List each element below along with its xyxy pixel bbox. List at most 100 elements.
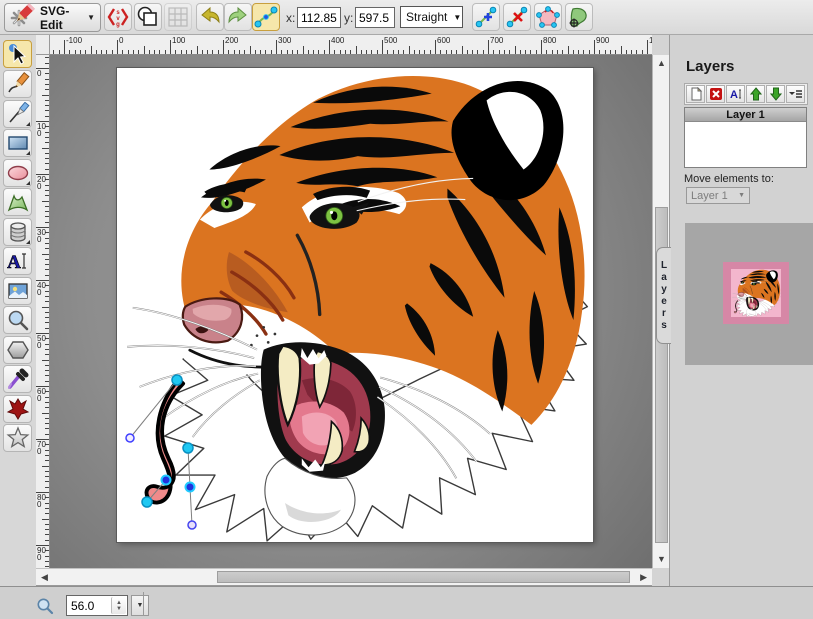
move-layer-up-button[interactable] xyxy=(746,85,765,103)
rename-layer-button[interactable]: A xyxy=(726,85,745,103)
ruler-tick xyxy=(45,423,49,424)
tool-shape-red[interactable] xyxy=(3,395,32,423)
layer-row-active[interactable]: Layer 1 xyxy=(685,108,806,122)
ruler-label: 700 xyxy=(490,36,503,45)
node-link-tool-button[interactable] xyxy=(252,3,280,31)
tool-eyedropper[interactable] xyxy=(3,365,32,393)
ruler-tick xyxy=(45,211,49,212)
x-coordinate-label: x: xyxy=(286,11,295,25)
ruler-tick xyxy=(568,46,569,54)
grid-button[interactable] xyxy=(164,3,192,31)
x-coordinate-input[interactable] xyxy=(297,7,341,28)
convert-to-path-button[interactable] xyxy=(565,3,593,31)
ruler-tick xyxy=(175,50,176,54)
undo-icon xyxy=(198,5,222,29)
ruler-tick xyxy=(244,50,245,54)
tool-line[interactable] xyxy=(3,100,32,128)
ruler-tick xyxy=(197,46,198,54)
tool-path[interactable] xyxy=(3,188,32,216)
path-node-selected xyxy=(142,497,152,507)
scroll-down-icon[interactable]: ▼ xyxy=(657,555,666,564)
ruler-tick xyxy=(621,46,622,54)
ruler-tick xyxy=(112,50,113,54)
ruler-tick xyxy=(42,95,49,96)
ruler-tick xyxy=(101,50,102,54)
zoom-preset-dropdown[interactable]: ▼ xyxy=(131,595,149,616)
segment-type-select[interactable]: Straight ▼ xyxy=(400,6,463,28)
tool-text[interactable]: A xyxy=(3,247,32,275)
ruler-tick xyxy=(599,50,600,54)
move-layer-down-button[interactable] xyxy=(766,85,785,103)
new-layer-button[interactable] xyxy=(686,85,705,103)
ruler-tick xyxy=(234,50,235,54)
ruler-label: 600 xyxy=(437,36,450,45)
shapes-button[interactable] xyxy=(134,3,162,31)
tool-ellipse[interactable] xyxy=(3,159,32,187)
horizontal-scrollbar[interactable]: ◀ ▶ xyxy=(36,568,652,586)
ruler-tick xyxy=(393,50,394,54)
ruler-tick xyxy=(144,46,145,54)
flyout-arrow-icon xyxy=(26,181,30,185)
scroll-right-icon[interactable]: ▶ xyxy=(640,573,647,582)
ruler-tick xyxy=(287,50,288,54)
tool-zoom[interactable] xyxy=(3,306,32,334)
zoom-spinner[interactable]: ▲ ▼ xyxy=(111,597,126,614)
spinner-down-icon[interactable]: ▼ xyxy=(116,606,122,612)
delete-layer-button[interactable] xyxy=(706,85,725,103)
layers-side-tab[interactable]: Layers xyxy=(656,247,671,344)
undo-button[interactable] xyxy=(196,3,224,31)
top-toolbar: SVG-Edit ▼ s v g xyxy=(0,0,813,35)
ruler-tick xyxy=(276,40,277,54)
ruler-tick xyxy=(403,50,404,54)
move-elements-select[interactable]: Layer 1 ▼ xyxy=(686,187,750,204)
eyedropper-tool-icon xyxy=(6,367,30,391)
redo-button[interactable] xyxy=(224,3,252,31)
ruler-tick xyxy=(45,481,49,482)
y-coordinate-input[interactable] xyxy=(355,7,395,28)
ruler-tick xyxy=(45,407,49,408)
scroll-left-icon[interactable]: ◀ xyxy=(41,573,48,582)
ruler-tick xyxy=(324,50,325,54)
tool-pencil[interactable] xyxy=(3,70,32,98)
layer-menu-button[interactable] xyxy=(786,85,805,103)
ruler-tick xyxy=(133,50,134,54)
ruler-tick xyxy=(541,40,542,54)
ruler-tick xyxy=(45,375,49,376)
document-thumbnail[interactable] xyxy=(723,262,789,324)
open-close-path-button[interactable] xyxy=(534,3,562,31)
tool-image[interactable] xyxy=(3,277,32,305)
tool-shape-library[interactable] xyxy=(3,218,32,246)
add-node-button[interactable] xyxy=(472,3,500,31)
zoom-level-input[interactable] xyxy=(67,599,107,613)
delete-node-button[interactable] xyxy=(503,3,531,31)
main-menu-button[interactable]: SVG-Edit ▼ xyxy=(4,3,101,32)
open-close-path-icon xyxy=(536,5,560,29)
path-node-overlay[interactable] xyxy=(117,68,593,542)
ruler-tick xyxy=(45,513,49,514)
chevron-down-icon: ▼ xyxy=(453,13,461,22)
scroll-up-icon[interactable]: ▲ xyxy=(657,59,666,68)
ruler-tick xyxy=(318,50,319,54)
ruler-label: 500 xyxy=(37,335,46,349)
source-code-button[interactable]: s v g xyxy=(104,3,132,31)
ruler-tick xyxy=(557,50,558,54)
tool-select[interactable] xyxy=(3,40,32,68)
ruler-tick xyxy=(414,50,415,54)
tool-rectangle[interactable] xyxy=(3,129,32,157)
ruler-tick xyxy=(149,50,150,54)
tool-star[interactable] xyxy=(3,424,32,452)
ruler-tick xyxy=(45,105,49,106)
svg-canvas[interactable] xyxy=(117,68,593,542)
ruler-left: 0100200300400500600700800900 xyxy=(36,55,50,568)
ruler-tick xyxy=(45,195,49,196)
ruler-tick xyxy=(218,50,219,54)
move-elements-value: Layer 1 xyxy=(691,190,728,202)
ruler-tick xyxy=(440,50,441,54)
ruler-tick xyxy=(329,40,330,54)
ruler-tick xyxy=(53,50,54,54)
horizontal-scrollbar-thumb[interactable] xyxy=(217,571,630,583)
tool-polygon[interactable] xyxy=(3,336,32,364)
ruler-tick xyxy=(42,413,49,414)
document-preview-block xyxy=(685,223,813,365)
ruler-label: 0 xyxy=(37,70,46,77)
